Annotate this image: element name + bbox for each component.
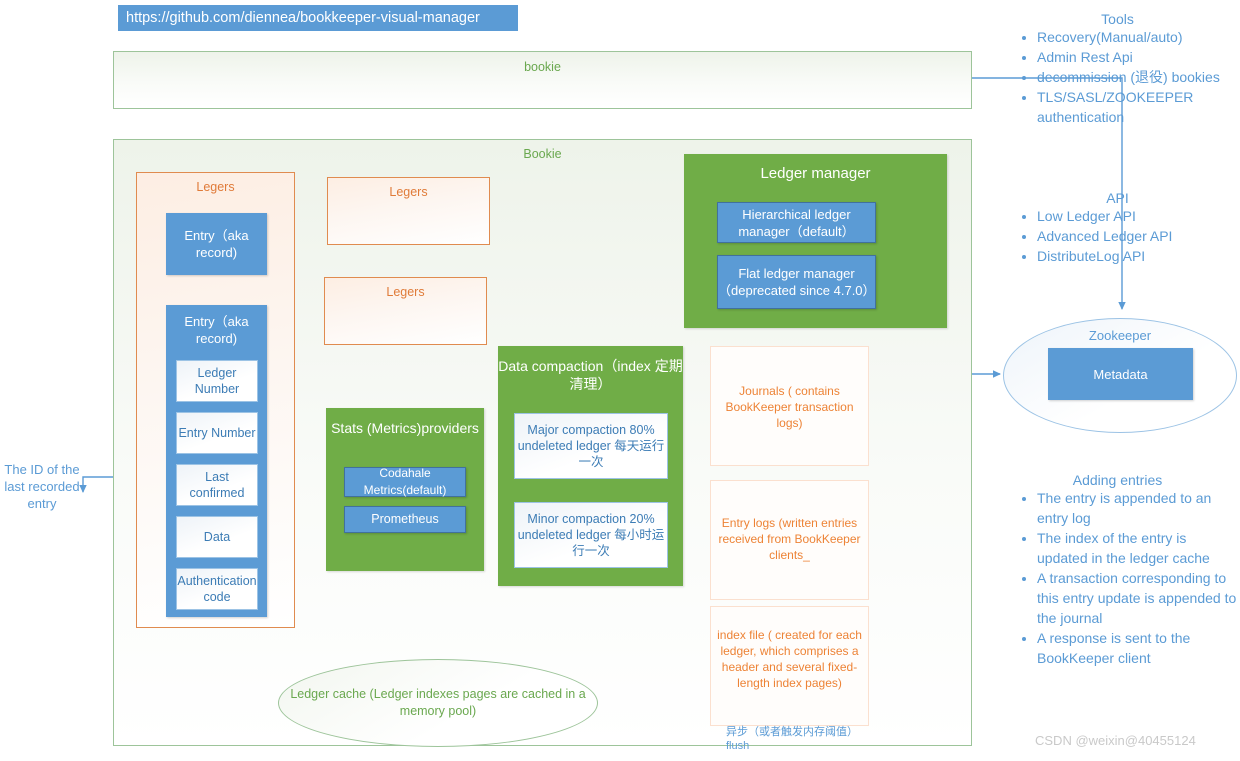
major-compaction-box: Major compaction 80% undeleted ledger 每天… [514,413,668,479]
entry-logs-label: Entry logs (written entries received fro… [718,516,861,562]
legers-extra-title-1: Legers [389,185,428,199]
journals-box: Journals ( contains BookKeeper transacti… [710,346,869,466]
api-list: Low Ledger API Advanced Ledger API Distr… [995,206,1240,266]
field-authentication-code: Authentication code [176,568,258,610]
adding-entries-section: Adding entries The entry is appended to … [995,472,1240,668]
entry-simple-box: Entry（aka record) [166,213,267,275]
ledger-manager-title: Ledger manager [760,165,871,182]
data-compaction-title: Data compaction（index 定期清理） [498,358,683,392]
api-section: API Low Ledger API Advanced Ledger API D… [995,190,1240,266]
tools-title: Tools [1101,11,1134,27]
tools-item: TLS/SASL/ZOOKEEPER authentication [1037,87,1240,127]
journals-label: Journals ( contains BookKeeper transacti… [725,384,854,430]
legers-main-title: Legers [196,180,235,194]
csdn-watermark: CSDN @weixin@40455124 [1035,733,1196,748]
adding-entries-list: The entry is appended to an entry log Th… [995,488,1240,668]
flat-ledger-manager: Flat ledger manager（deprecated since 4.7… [717,255,876,309]
entry-logs-box: Entry logs (written entries received fro… [710,480,869,600]
index-file-label: index file ( created for each ledger, wh… [717,628,862,690]
field-data: Data [176,516,258,558]
diagram-canvas: https://github.com/diennea/bookkeeper-vi… [0,0,1240,761]
field-ledger-number: Ledger Number [176,360,258,402]
field-last-confirmed: Last confirmed [176,464,258,506]
minor-compaction-box: Minor compaction 20% undeleted ledger 每小… [514,502,668,568]
tools-item: decommission (退役) bookies [1037,67,1240,87]
legers-extra-box-1: Legers [327,177,490,245]
field-entry-number: Entry Number [176,412,258,454]
last-confirmed-annotation: The ID of the last recorded entry [4,462,80,511]
stats-providers-title: Stats (Metrics)providers [331,420,479,436]
stats-codahale-metrics: Codahale Metrics(default) [344,466,466,497]
zookeeper-metadata-box: Metadata [1048,348,1193,400]
api-item: DistributeLog API [1037,246,1240,266]
api-title: API [1106,190,1129,206]
adding-entries-title: Adding entries [1072,472,1163,488]
tools-item: Admin Rest Api [1037,47,1240,67]
hierarchical-ledger-manager: Hierarchical ledger manager（default） [717,202,876,243]
adding-entries-item: A transaction corresponding to this entr… [1037,568,1240,628]
ledger-cache-label: Ledger cache (Ledger indexes pages are c… [290,687,586,718]
adding-entries-item: A response is sent to the BookKeeper cli… [1037,628,1240,668]
zookeeper-title: Zookeeper [1088,328,1152,343]
api-item: Low Ledger API [1037,206,1240,226]
github-url-chip[interactable]: https://github.com/diennea/bookkeeper-vi… [118,5,518,31]
legers-extra-box-2: Legers [324,277,487,345]
flush-annotation: 异步（或者触发内存阈值）flush [726,726,853,752]
bookie-bar: bookie [113,51,972,109]
bookie-bar-title: bookie [524,60,561,74]
tools-list: Recovery(Manual/auto) Admin Rest Api dec… [995,27,1240,127]
legers-extra-title-2: Legers [386,285,425,299]
entry-detailed-label: Entry（aka record) [184,314,249,346]
api-item: Advanced Ledger API [1037,226,1240,246]
ledger-cache-ellipse: Ledger cache (Ledger indexes pages are c… [278,659,598,747]
adding-entries-item: The entry is appended to an entry log [1037,488,1240,528]
tools-section: Tools Recovery(Manual/auto) Admin Rest A… [995,11,1240,127]
tools-item: Recovery(Manual/auto) [1037,27,1240,47]
index-file-box: index file ( created for each ledger, wh… [710,606,869,726]
stats-prometheus: Prometheus [344,506,466,533]
adding-entries-item: The index of the entry is updated in the… [1037,528,1240,568]
